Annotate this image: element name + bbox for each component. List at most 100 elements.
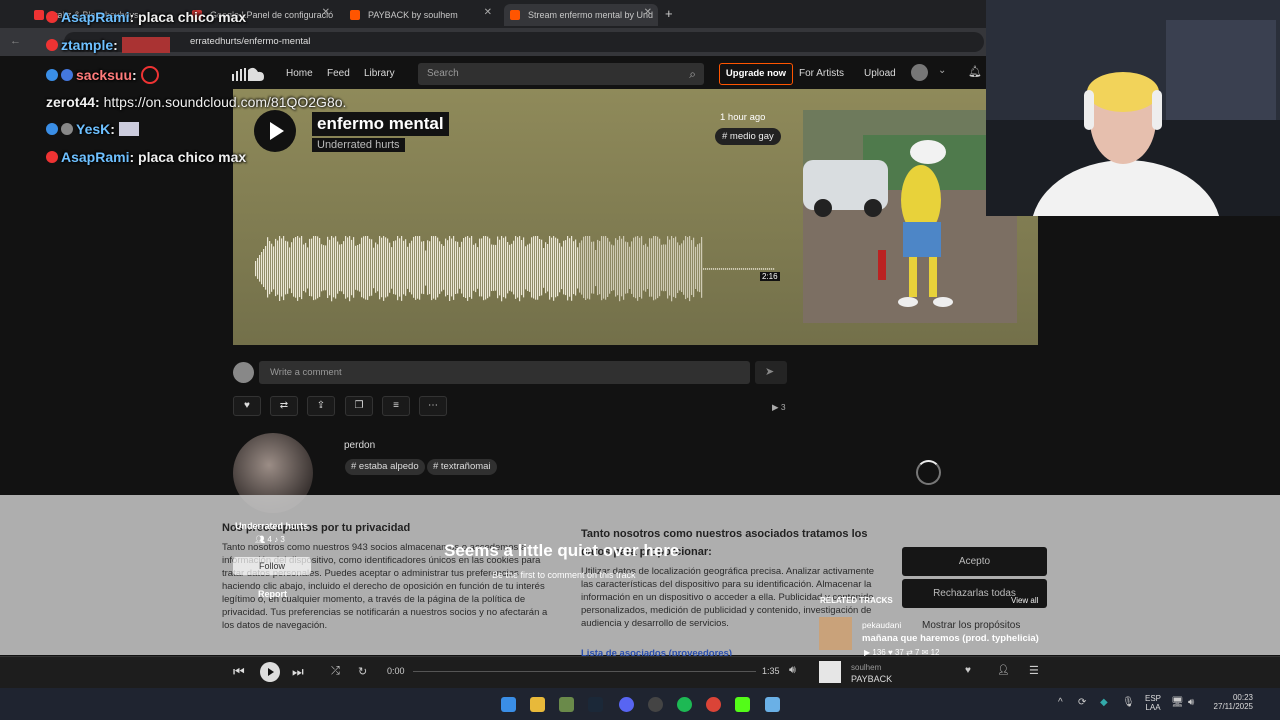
network-icon[interactable]: 🖥︎ — [1171, 697, 1184, 708]
waveform-bar — [669, 239, 671, 296]
waveform-bar — [311, 238, 313, 297]
related-track-title[interactable]: mañana que haremos (prod. typhelicia) — [862, 633, 1039, 644]
close-tab-icon[interactable]: ✕ — [484, 7, 492, 18]
next-icon[interactable]: ⏭ — [292, 664, 304, 680]
url-field[interactable]: erratedhurts/enfermo-mental — [64, 32, 984, 52]
now-playing-artist[interactable]: soulhem — [851, 663, 881, 672]
nav-feed[interactable]: Feed — [327, 68, 350, 79]
show-purposes-link[interactable]: Mostrar los propósitos — [922, 619, 1020, 632]
language-indicator[interactable]: ESP LAA — [1145, 694, 1161, 712]
spotify-icon[interactable] — [677, 697, 692, 712]
chat-username: YesK — [76, 121, 111, 137]
report-link[interactable]: Report — [258, 589, 287, 599]
related-track-artwork[interactable] — [819, 617, 852, 650]
file-explorer-icon[interactable] — [530, 697, 545, 712]
waveform-bar — [479, 238, 481, 297]
close-tab-icon[interactable]: ✕ — [644, 7, 652, 18]
track-description: perdon — [344, 440, 376, 451]
back-icon[interactable]: ← — [10, 35, 21, 47]
shuffle-icon[interactable]: ⤮ — [331, 665, 340, 678]
copy-link-button[interactable]: ❐ — [345, 396, 373, 416]
accept-button[interactable]: Acepto — [902, 547, 1047, 576]
player-like-icon[interactable]: ♥ — [965, 665, 971, 676]
play-icon — [268, 668, 274, 676]
waveform-bar — [679, 245, 681, 291]
minecraft-icon[interactable] — [559, 697, 574, 712]
browser-tab[interactable]: PAYBACK by soulhem ✕ — [344, 4, 498, 26]
repeat-icon[interactable]: ↻ — [358, 665, 367, 678]
steam-icon[interactable] — [588, 697, 603, 712]
now-playing-artwork[interactable] — [819, 661, 841, 683]
waveform-bar — [713, 268, 715, 270]
waveform-bar — [515, 236, 517, 299]
waveform-bar — [561, 246, 563, 290]
chat-badge-icon — [61, 123, 73, 135]
upgrade-button[interactable]: Upgrade now — [719, 63, 793, 85]
chevron-down-icon[interactable]: ⌄ — [938, 65, 946, 76]
waveform-bar — [595, 250, 597, 287]
waveform-bar — [433, 236, 435, 299]
search-input[interactable]: Search ⌕ — [418, 63, 704, 85]
chrome-icon[interactable] — [706, 697, 721, 712]
sync-icon[interactable]: ⟳ — [1078, 697, 1086, 708]
browser-tab-active[interactable]: Stream enfermo mental by Und ✕ — [504, 4, 658, 26]
waveform-bar — [733, 268, 735, 270]
nav-home[interactable]: Home — [286, 68, 313, 79]
follow-button[interactable]: Follow — [233, 557, 311, 575]
clock[interactable]: 00:23 27/11/2025 — [1208, 693, 1253, 711]
notepad-icon[interactable] — [765, 697, 780, 712]
waveform-bar — [723, 268, 725, 270]
now-playing-title[interactable]: PAYBACK — [851, 674, 892, 684]
youtube-icon — [34, 10, 44, 20]
nav-library[interactable]: Library — [364, 68, 395, 79]
send-comment-button[interactable]: ➤ — [755, 361, 787, 384]
like-button[interactable]: ♥ — [233, 396, 261, 416]
play-button[interactable] — [254, 110, 296, 152]
waveform-bar — [605, 236, 607, 300]
share-button[interactable]: ⇪ — [307, 396, 335, 416]
queue-icon[interactable]: ☰ — [1029, 664, 1039, 677]
nav-for-artists[interactable]: For Artists — [799, 68, 844, 79]
microphone-icon[interactable]: 🎙︎ — [1122, 697, 1135, 708]
waveform-bar — [553, 236, 555, 301]
user-avatar[interactable] — [911, 64, 928, 81]
volume-tray-icon[interactable]: 🔊︎ — [1188, 697, 1194, 708]
waveform[interactable] — [255, 236, 775, 302]
related-track-artist[interactable]: pekaudani — [862, 620, 901, 630]
search-icon[interactable]: ⌕ — [689, 63, 696, 85]
description-tag[interactable]: # textrañomai — [427, 459, 497, 475]
close-tab-icon[interactable]: ✕ — [322, 7, 330, 18]
volume-icon[interactable]: 🔊︎ — [789, 664, 796, 677]
uploader-name[interactable]: Underrated hurts — [235, 521, 308, 531]
view-all-link[interactable]: View all — [1011, 596, 1038, 605]
comment-input[interactable]: Write a comment — [259, 361, 750, 384]
soundcloud-logo-icon[interactable] — [232, 67, 264, 81]
add-to-playlist-button[interactable]: ≡ — [382, 396, 410, 416]
windows-start-icon[interactable] — [501, 697, 516, 712]
waveform-bar — [361, 237, 363, 298]
bell-icon[interactable]: 🔔︎ — [968, 65, 982, 78]
tray-chevron-icon[interactable]: ^ — [1058, 697, 1063, 708]
waveform-bar — [755, 268, 757, 270]
previous-icon[interactable]: ⏮ — [233, 664, 245, 680]
waveform-bar — [475, 243, 477, 293]
more-button[interactable]: ⋯ — [419, 396, 447, 416]
follow-user-icon[interactable]: 👤︎ — [997, 665, 1010, 676]
waveform-bar — [455, 241, 457, 294]
player-play-button[interactable] — [260, 662, 280, 682]
shield-icon[interactable]: ◆ — [1100, 697, 1108, 708]
repost-button[interactable]: ⇄ — [270, 396, 298, 416]
chat-message: AsapRami: placa chico max — [46, 149, 246, 165]
obs-icon[interactable] — [648, 697, 663, 712]
new-tab-icon[interactable]: + — [665, 6, 673, 21]
nav-upload[interactable]: Upload — [864, 68, 896, 79]
player-progress-bar[interactable] — [413, 671, 756, 672]
url-text: erratedhurts/enfermo-mental — [190, 36, 311, 47]
genre-tag[interactable]: # medio gay — [715, 128, 781, 145]
copy-icon: ❐ — [354, 400, 364, 411]
waveform-bar — [743, 268, 745, 270]
track-artist[interactable]: Underrated hurts — [312, 138, 405, 152]
description-tag[interactable]: # estaba alpedo — [345, 459, 425, 475]
discord-icon[interactable] — [619, 697, 634, 712]
kick-icon[interactable] — [735, 697, 750, 712]
